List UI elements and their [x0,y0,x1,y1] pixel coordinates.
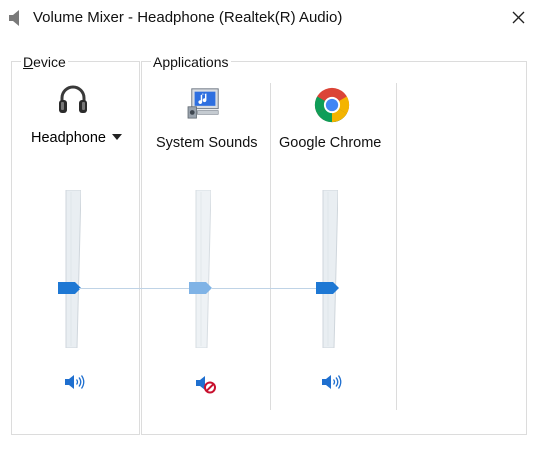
device-dropdown[interactable]: Headphone [31,130,122,146]
device-volume-thumb[interactable] [58,282,81,294]
volume-link-line [79,288,196,289]
app-name: Google Chrome [279,135,382,151]
applications-section-label: Applications [151,54,231,70]
chrome-volume-thumb[interactable] [316,282,339,294]
volume-link-line [212,288,316,289]
system-sounds-icon [187,88,219,119]
column-divider [270,83,271,410]
system-sounds-volume-thumb[interactable] [189,282,212,294]
chrome-icon [314,87,350,123]
speaker-icon [322,375,342,389]
chrome-volume-track[interactable] [320,190,338,348]
speaker-icon [65,375,85,389]
device-name: Headphone [31,130,106,146]
device-volume-track[interactable] [63,190,81,348]
speaker-muted-icon [196,376,216,394]
app-name: System Sounds [156,135,258,151]
chrome-mute-button[interactable] [321,372,343,392]
close-button[interactable] [504,4,532,32]
speaker-icon [9,10,19,26]
headphones-icon [59,85,87,113]
close-icon [512,11,525,24]
system-sounds-mute-button[interactable] [195,374,217,394]
device-mute-button[interactable] [64,372,86,392]
caret-down-icon [112,134,122,141]
window-title: Volume Mixer - Headphone (Realtek(R) Aud… [33,9,343,26]
device-section-label: Device [21,54,68,70]
system-sounds-volume-track[interactable] [193,190,211,348]
column-divider [396,83,397,410]
title-bar: Volume Mixer - Headphone (Realtek(R) Aud… [0,0,543,36]
